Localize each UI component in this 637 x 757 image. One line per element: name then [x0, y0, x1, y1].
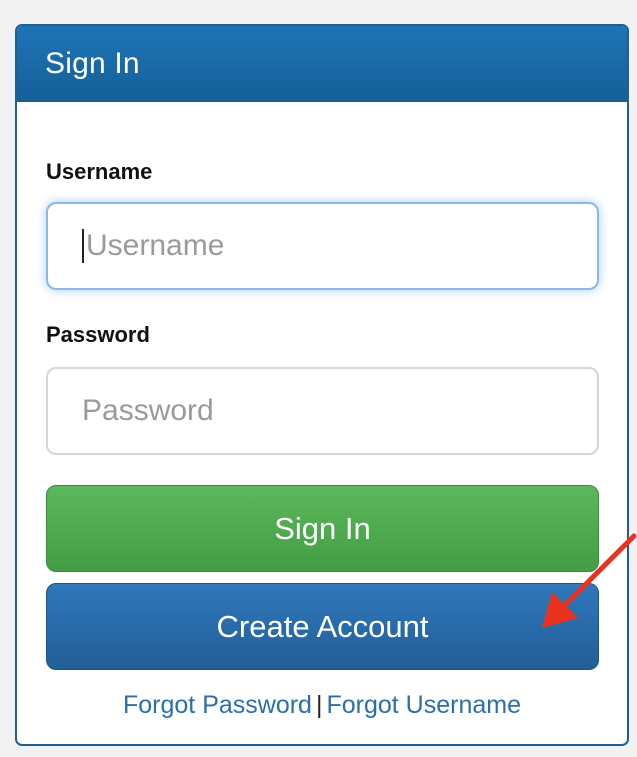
- forgot-username-link[interactable]: Forgot Username: [326, 691, 521, 719]
- username-label: Username: [46, 159, 153, 184]
- username-placeholder: Username: [86, 229, 225, 262]
- sign-in-button[interactable]: Sign In: [46, 485, 599, 572]
- help-links: Forgot Password | Forgot Username: [17, 691, 627, 720]
- username-input[interactable]: Username: [46, 202, 599, 290]
- panel-title: Sign In: [45, 47, 140, 80]
- sign-in-panel: Sign In Username Username Password Passw…: [15, 24, 629, 746]
- arrow-shaft: [557, 533, 637, 613]
- link-separator: |: [315, 691, 323, 719]
- password-input[interactable]: Password: [46, 367, 599, 455]
- red-arrow-icon: [542, 533, 637, 628]
- panel-header: Sign In: [17, 26, 627, 102]
- password-label: Password: [46, 322, 150, 347]
- forgot-password-link[interactable]: Forgot Password: [123, 691, 312, 719]
- text-caret: [82, 229, 84, 263]
- password-placeholder: Password: [82, 394, 214, 427]
- create-account-button[interactable]: Create Account: [46, 583, 599, 670]
